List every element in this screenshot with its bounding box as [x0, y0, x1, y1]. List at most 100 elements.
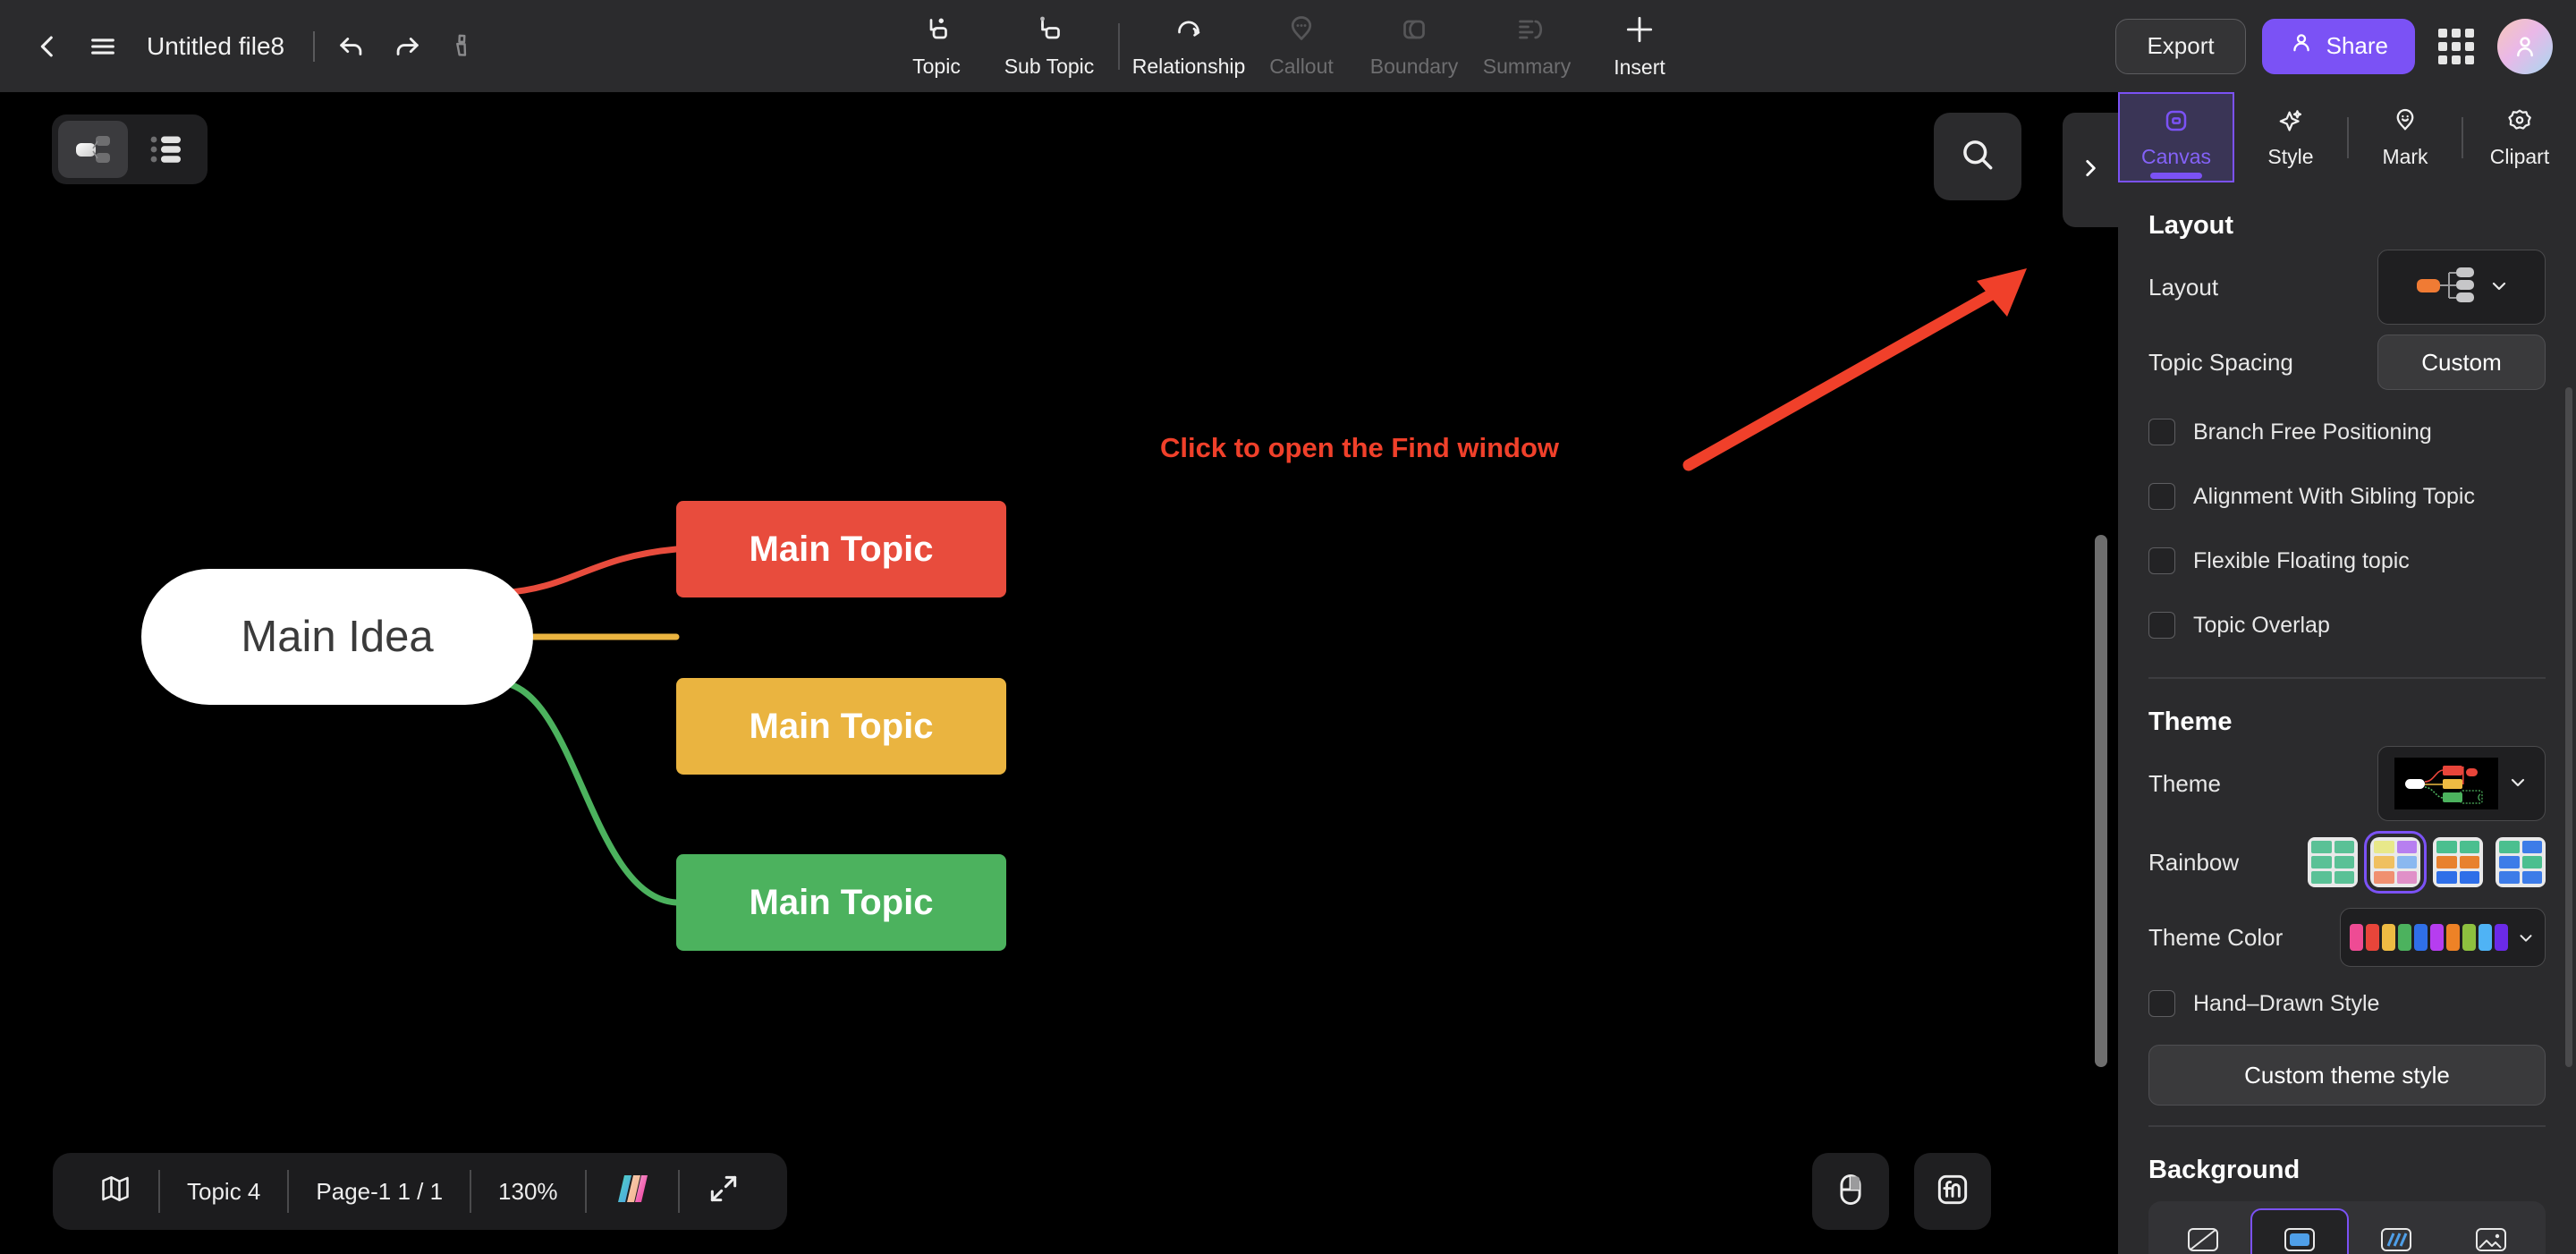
checkbox-hand-drawn-style[interactable]: Hand–Drawn Style — [2148, 971, 2546, 1036]
checkbox-box[interactable] — [2148, 419, 2175, 445]
theme-preview-icon — [2394, 758, 2498, 809]
custom-theme-style-button[interactable]: Custom theme style — [2148, 1045, 2546, 1106]
tab-clipart[interactable]: Clipart — [2463, 92, 2576, 182]
sub-topic-icon — [1033, 13, 1065, 50]
checkbox-box[interactable] — [2148, 547, 2175, 574]
checkbox-box[interactable] — [2148, 483, 2175, 510]
checkbox-label: Topic Overlap — [2193, 612, 2330, 638]
document-title[interactable]: Untitled file8 — [147, 32, 284, 61]
rainbow-option-pastel-rainbow[interactable] — [2364, 831, 2427, 894]
app-root: Untitled file8 Topic Sub Topic Relations… — [0, 0, 2576, 1254]
mouse-settings-button[interactable] — [1812, 1153, 1889, 1230]
checkbox-branch-free-positioning[interactable]: Branch Free Positioning — [2148, 400, 2546, 464]
mindmap-branch-node[interactable]: Main Topic — [676, 501, 1006, 597]
theme-color-chip — [2382, 924, 2395, 951]
fn-key-icon — [1933, 1170, 1972, 1214]
checkbox-box[interactable] — [2148, 612, 2175, 639]
export-button-label: Export — [2147, 32, 2215, 59]
view-mode-outline[interactable] — [131, 121, 201, 178]
apps-grid-button[interactable] — [2431, 21, 2481, 72]
layout-dropdown[interactable] — [2377, 250, 2546, 325]
theme-color-chip — [2479, 924, 2492, 951]
sidebar-body: Layout Layout Topic Spacing Custom Branc… — [2118, 211, 2576, 1254]
clipart-icon — [2505, 106, 2534, 140]
floating-buttons — [1812, 1153, 1991, 1230]
view-mode-mindmap[interactable] — [58, 121, 128, 178]
relationship-icon — [1173, 13, 1205, 50]
chevron-right-icon — [2079, 157, 2102, 184]
view-mode-toggle — [52, 114, 208, 184]
export-button[interactable]: Export — [2115, 18, 2246, 74]
checkbox-flexible-floating-topic[interactable]: Flexible Floating topic — [2148, 529, 2546, 593]
tab-style[interactable]: Style — [2234, 92, 2347, 182]
tab-style-label: Style — [2267, 144, 2314, 168]
tab-canvas[interactable]: Canvas — [2118, 92, 2234, 182]
mouse-icon — [1831, 1170, 1870, 1214]
tool-topic[interactable]: Topic — [880, 5, 993, 88]
undo-button[interactable] — [324, 19, 379, 74]
mindmap-root-node[interactable]: Main Idea — [141, 569, 533, 705]
tool-callout[interactable]: Callout — [1245, 5, 1358, 88]
redo-button[interactable] — [379, 19, 435, 74]
checkbox-label: Alignment With Sibling Topic — [2193, 483, 2475, 509]
chevron-down-icon — [2488, 275, 2510, 301]
tab-mark[interactable]: Mark — [2349, 92, 2462, 182]
tool-topic-label: Topic — [912, 55, 961, 78]
fn-shortcuts-button[interactable] — [1914, 1153, 1991, 1230]
summary-icon — [1511, 13, 1543, 50]
layout-row: Layout — [2148, 250, 2546, 325]
avatar[interactable] — [2497, 18, 2553, 74]
theme-color-dropdown[interactable] — [2340, 908, 2546, 967]
tool-insert[interactable]: Insert — [1583, 5, 1696, 88]
header-toolbar: Topic Sub Topic Relationship Callout Bou… — [880, 0, 1696, 92]
background-option-color[interactable] — [2250, 1208, 2349, 1254]
page-indicator[interactable]: Page-1 1 / 1 — [289, 1169, 470, 1214]
background-option-none[interactable] — [2156, 1208, 2250, 1254]
checkbox-alignment-with-sibling-topic[interactable]: Alignment With Sibling Topic — [2148, 464, 2546, 529]
person-icon — [2289, 30, 2314, 62]
sidebar-vertical-scrollbar[interactable] — [2565, 387, 2572, 1067]
zoom-level[interactable]: 130% — [471, 1169, 585, 1214]
rainbow-option-mono-green[interactable] — [2308, 837, 2358, 887]
tool-summary[interactable]: Summary — [1470, 5, 1583, 88]
sparkle-icon — [2276, 106, 2305, 140]
format-painter-button[interactable] — [435, 19, 490, 74]
canvas-vertical-scrollbar[interactable] — [2095, 535, 2107, 1067]
find-search-button[interactable] — [1934, 113, 2021, 200]
topic-spacing-label: Topic Spacing — [2148, 348, 2293, 376]
topic-spacing-custom-button[interactable]: Custom — [2377, 335, 2546, 390]
back-button[interactable] — [20, 19, 75, 74]
rainbow-option-green-orange-blue[interactable] — [2433, 837, 2483, 887]
section-divider — [2148, 1125, 2546, 1127]
hamburger-menu-button[interactable] — [75, 19, 131, 74]
background-option-image[interactable] — [2444, 1208, 2538, 1254]
mindmap-branch-node[interactable]: Main Topic — [676, 854, 1006, 951]
checkbox-topic-overlap[interactable]: Topic Overlap — [2148, 593, 2546, 657]
right-sidebar: Canvas Style Mark Clipart Layout Layout … — [2118, 92, 2576, 1254]
topic-count[interactable]: Topic 4 — [160, 1169, 287, 1214]
tool-relationship[interactable]: Relationship — [1132, 5, 1245, 88]
mindmap-branch-label: Main Topic — [749, 706, 934, 746]
share-button[interactable]: Share — [2261, 18, 2415, 74]
ai-assistant-button[interactable] — [587, 1169, 678, 1214]
minimap-button[interactable] — [72, 1169, 158, 1214]
tool-relationship-label: Relationship — [1131, 55, 1246, 78]
chevron-down-icon — [2507, 771, 2529, 797]
theme-color-chip — [2462, 924, 2476, 951]
theme-color-chip — [2430, 924, 2444, 951]
background-option-texture[interactable] — [2349, 1208, 2444, 1254]
theme-dropdown[interactable] — [2377, 746, 2546, 821]
mindmap-branch-node[interactable]: Main Topic — [676, 678, 1006, 775]
annotation-text: Click to open the Find window — [1160, 432, 1560, 463]
mindmap-canvas[interactable]: Main Idea Main Topic Main Topic Main Top… — [0, 92, 2118, 1254]
background-options — [2148, 1201, 2546, 1254]
checkbox-box[interactable] — [2148, 990, 2175, 1017]
rainbow-option-green-blue[interactable] — [2496, 837, 2546, 887]
theme-color-chip — [2446, 924, 2460, 951]
fullscreen-button[interactable] — [680, 1169, 767, 1214]
layout-label: Layout — [2148, 273, 2219, 301]
search-icon — [1958, 135, 1997, 179]
panel-collapse-toggle[interactable] — [2063, 113, 2118, 227]
tool-sub-topic[interactable]: Sub Topic — [993, 5, 1106, 88]
tool-boundary[interactable]: Boundary — [1358, 5, 1470, 88]
